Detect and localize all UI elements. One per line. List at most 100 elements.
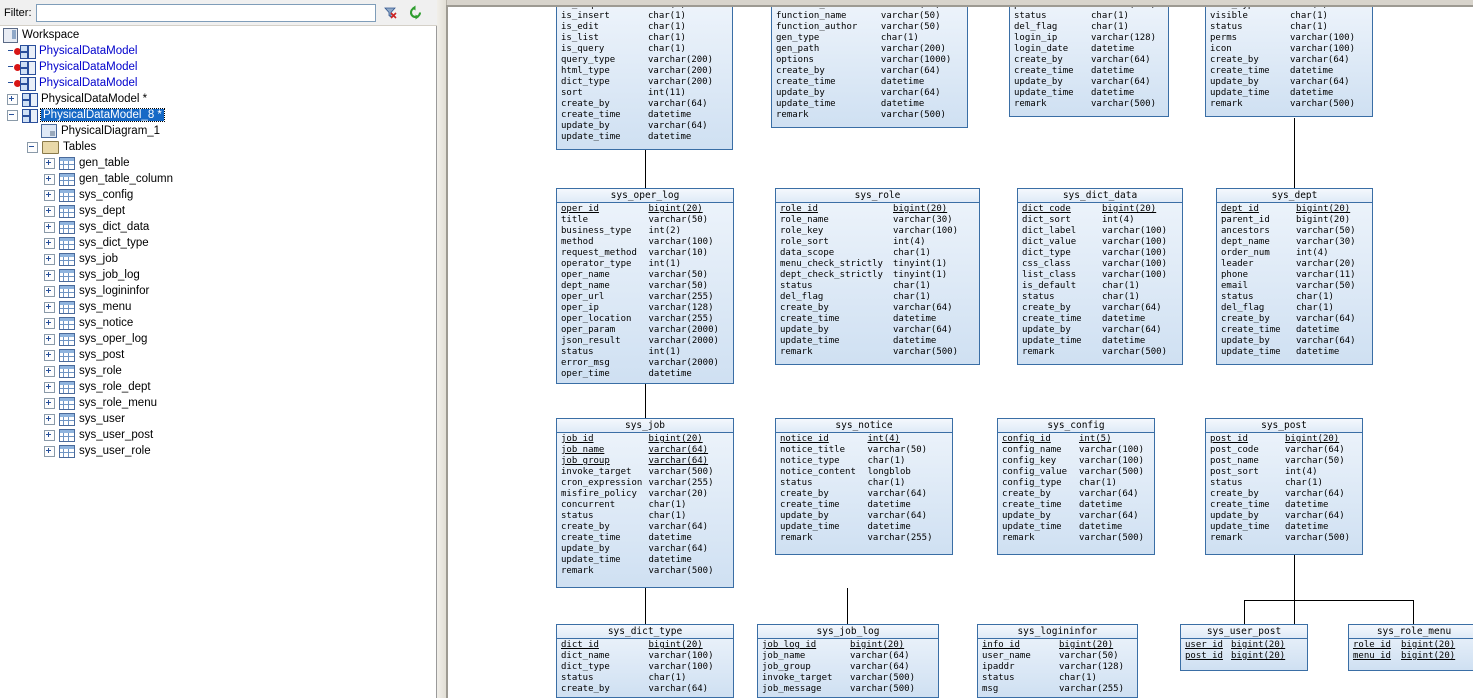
entity-sys_job_log[interactable]: sys_job_log job_log_id bigint(20) job_name v… [757,624,939,698]
entity-sys_config[interactable]: sys_config config_id int(5) config_name varc… [997,418,1155,555]
entity-attribute: create_by varchar(64) [772,66,967,77]
expander-table-gen_table[interactable] [44,157,55,169]
expander-table-sys_menu[interactable] [44,301,55,313]
expander-table-sys_job[interactable] [44,253,55,265]
expander-table-sys_dict_type[interactable] [44,237,55,249]
attribute-name: error_msg [561,358,610,368]
expander-model-3[interactable] [7,93,18,105]
attribute-type: int(4) [893,237,926,247]
entity-sys_oper_log[interactable]: sys_oper_log oper_id bigint(20) title varcha… [556,188,734,384]
filter-toolbar: Filter: [0,0,437,26]
tree-item-table-gen_table[interactable]: gen_table [0,155,437,171]
expander-table-sys_user[interactable] [44,413,55,425]
filter-clear-icon[interactable] [381,3,401,23]
tree-item-model-2[interactable]: PhysicalDataModel [0,75,437,91]
expander-table-sys_post[interactable] [44,349,55,361]
tree-item-table-sys_user_post[interactable]: sys_user_post [0,427,437,443]
attribute-type: varchar(64) [1091,55,1151,65]
attribute-name: dict_id [561,640,599,650]
entity-sys_menu[interactable]: menu_type char(1) visible char(1) status char… [1205,7,1373,117]
refresh-icon[interactable] [406,3,426,23]
attribute-name: post_id [1210,434,1248,444]
tree-item-workspace[interactable]: Workspace [0,27,437,43]
tree-item-table-sys_user_role[interactable]: sys_user_role [0,443,437,459]
tree-item-table-sys_role[interactable]: sys_role [0,363,437,379]
expander-table-sys_role_dept[interactable] [44,381,55,393]
expander-table-sys_user_role[interactable] [44,445,55,457]
attribute-name: del_flag [1221,303,1265,313]
attribute-type: varchar(500) [1078,533,1145,543]
tree-item-table-sys_post[interactable]: sys_post [0,347,437,363]
entity-sys_role_menu[interactable]: sys_role_menu role_id bigint(20) menu_id big… [1348,624,1473,671]
expander-table-sys_notice[interactable] [44,317,55,329]
attribute-name: create_time [1221,325,1281,335]
tree-item-table-sys_menu[interactable]: sys_menu [0,299,437,315]
expander-table-sys_dept[interactable] [44,205,55,217]
entity-sys_job[interactable]: sys_job job_id bigint(20) job_name varchar(6… [556,418,734,588]
expander-table-sys_config[interactable] [44,189,55,201]
entity-attribute-list: user_id bigint(20) post_id bigint(20) [1181,639,1307,663]
attribute-name: update_by [776,88,825,98]
tree-item-model-3[interactable]: PhysicalDataModel * [0,91,437,107]
entity-sys_user[interactable]: password varchar(100) status char(1) del_fla… [1009,7,1169,117]
entity-sys_dict_data[interactable]: sys_dict_data dict_code bigint(20) dict_sor… [1017,188,1183,365]
attribute-type: tinyint(1) [893,259,948,269]
expander-table-sys_job_log[interactable] [44,269,55,281]
expander-table-sys_role_menu[interactable] [44,397,55,409]
tree-item-tables-folder[interactable]: Tables [0,139,437,155]
entity-sys_user_post[interactable]: sys_user_post user_id bigint(20) post_id big… [1180,624,1308,671]
expander-table-sys_dict_data[interactable] [44,221,55,233]
attribute-name: status [780,478,813,488]
tree-item-diagram[interactable]: PhysicalDiagram_1 [0,123,437,139]
expander-table-sys_user_post[interactable] [44,429,55,441]
tree-item-model-4[interactable]: PhysicalDataModel_8 * [0,107,437,123]
entity-sys_logininfor[interactable]: sys_logininfor info_id bigint(20) user_name… [977,624,1138,698]
attribute-name: create_by [561,522,610,532]
expander-table-sys_oper_log[interactable] [44,333,55,345]
entity-attribute: visible char(1) [1206,11,1372,22]
tree-item-table-sys_logininfor[interactable]: sys_logininfor [0,283,437,299]
attribute-name: login_ip [1014,33,1058,43]
attribute-type: int(1) [648,259,681,269]
tree-item-table-gen_table_column[interactable]: gen_table_column [0,171,437,187]
entity-sys_dict_type[interactable]: sys_dict_type dict_id bigint(20) dict_name v… [556,624,734,698]
entity-sys_dept[interactable]: sys_dept dept_id bigint(20) parent_id bigint… [1216,188,1373,365]
tree-item-table-sys_user[interactable]: sys_user [0,411,437,427]
tree-item-table-sys_role_menu[interactable]: sys_role_menu [0,395,437,411]
tree-item-table-sys_job[interactable]: sys_job [0,251,437,267]
attribute-type: char(1) [648,500,687,510]
tree-item-table-sys_dict_type[interactable]: sys_dict_type [0,235,437,251]
tree-item-table-sys_config[interactable]: sys_config [0,187,437,203]
expander-model-4[interactable] [7,109,18,121]
filter-input[interactable] [35,3,376,22]
attribute-type: datetime [1091,88,1135,98]
tree-item-table-sys_role_dept[interactable]: sys_role_dept [0,379,437,395]
attribute-name: job_group [762,662,811,672]
expander-table-sys_logininfor[interactable] [44,285,55,297]
expander-tables[interactable] [27,141,38,153]
attribute-type: bigint(20) [1296,215,1351,225]
entity-gen_table[interactable]: business_name varchar(30) function_name var… [771,7,968,128]
tree-item-table-sys_dict_data[interactable]: sys_dict_data [0,219,437,235]
tree-item-table-sys_job_log[interactable]: sys_job_log [0,267,437,283]
tree-item-model-0[interactable]: PhysicalDataModel [0,43,437,59]
expander-table-sys_role[interactable] [44,365,55,377]
entity-attribute: del_flag char(1) [1217,303,1372,314]
expander-table-gen_table_column[interactable] [44,173,55,185]
workspace-tree[interactable]: Workspace PhysicalDataModel PhysicalDataMo… [0,27,437,698]
tree-item-model-1[interactable]: PhysicalDataModel [0,59,437,75]
physical-diagram-canvas[interactable]: is_required char(1) is_insert char(1) is_edi… [446,5,1473,698]
entity-gen_table_column[interactable]: is_required char(1) is_insert char(1) is_edi… [556,7,733,150]
entity-sys_notice[interactable]: sys_notice notice_id int(4) notice_title var… [775,418,953,555]
attribute-type: varchar(50) [880,22,941,32]
attribute-name: css_class [1022,259,1071,269]
entity-sys_post[interactable]: sys_post post_id bigint(20) post_code varcha… [1205,418,1363,555]
tree-item-table-sys_notice[interactable]: sys_notice [0,315,437,331]
attribute-name: create_by [780,303,829,313]
relationship-connector [645,150,646,188]
tree-item-table-sys_dept[interactable]: sys_dept [0,203,437,219]
entity-attribute: menu_check_strictly tinyint(1) [776,259,979,270]
entity-sys_role[interactable]: sys_role role_id bigint(20) role_name varcha… [775,188,980,365]
tree-item-table-sys_oper_log[interactable]: sys_oper_log [0,331,437,347]
tree-item-label: gen_table [79,157,130,169]
